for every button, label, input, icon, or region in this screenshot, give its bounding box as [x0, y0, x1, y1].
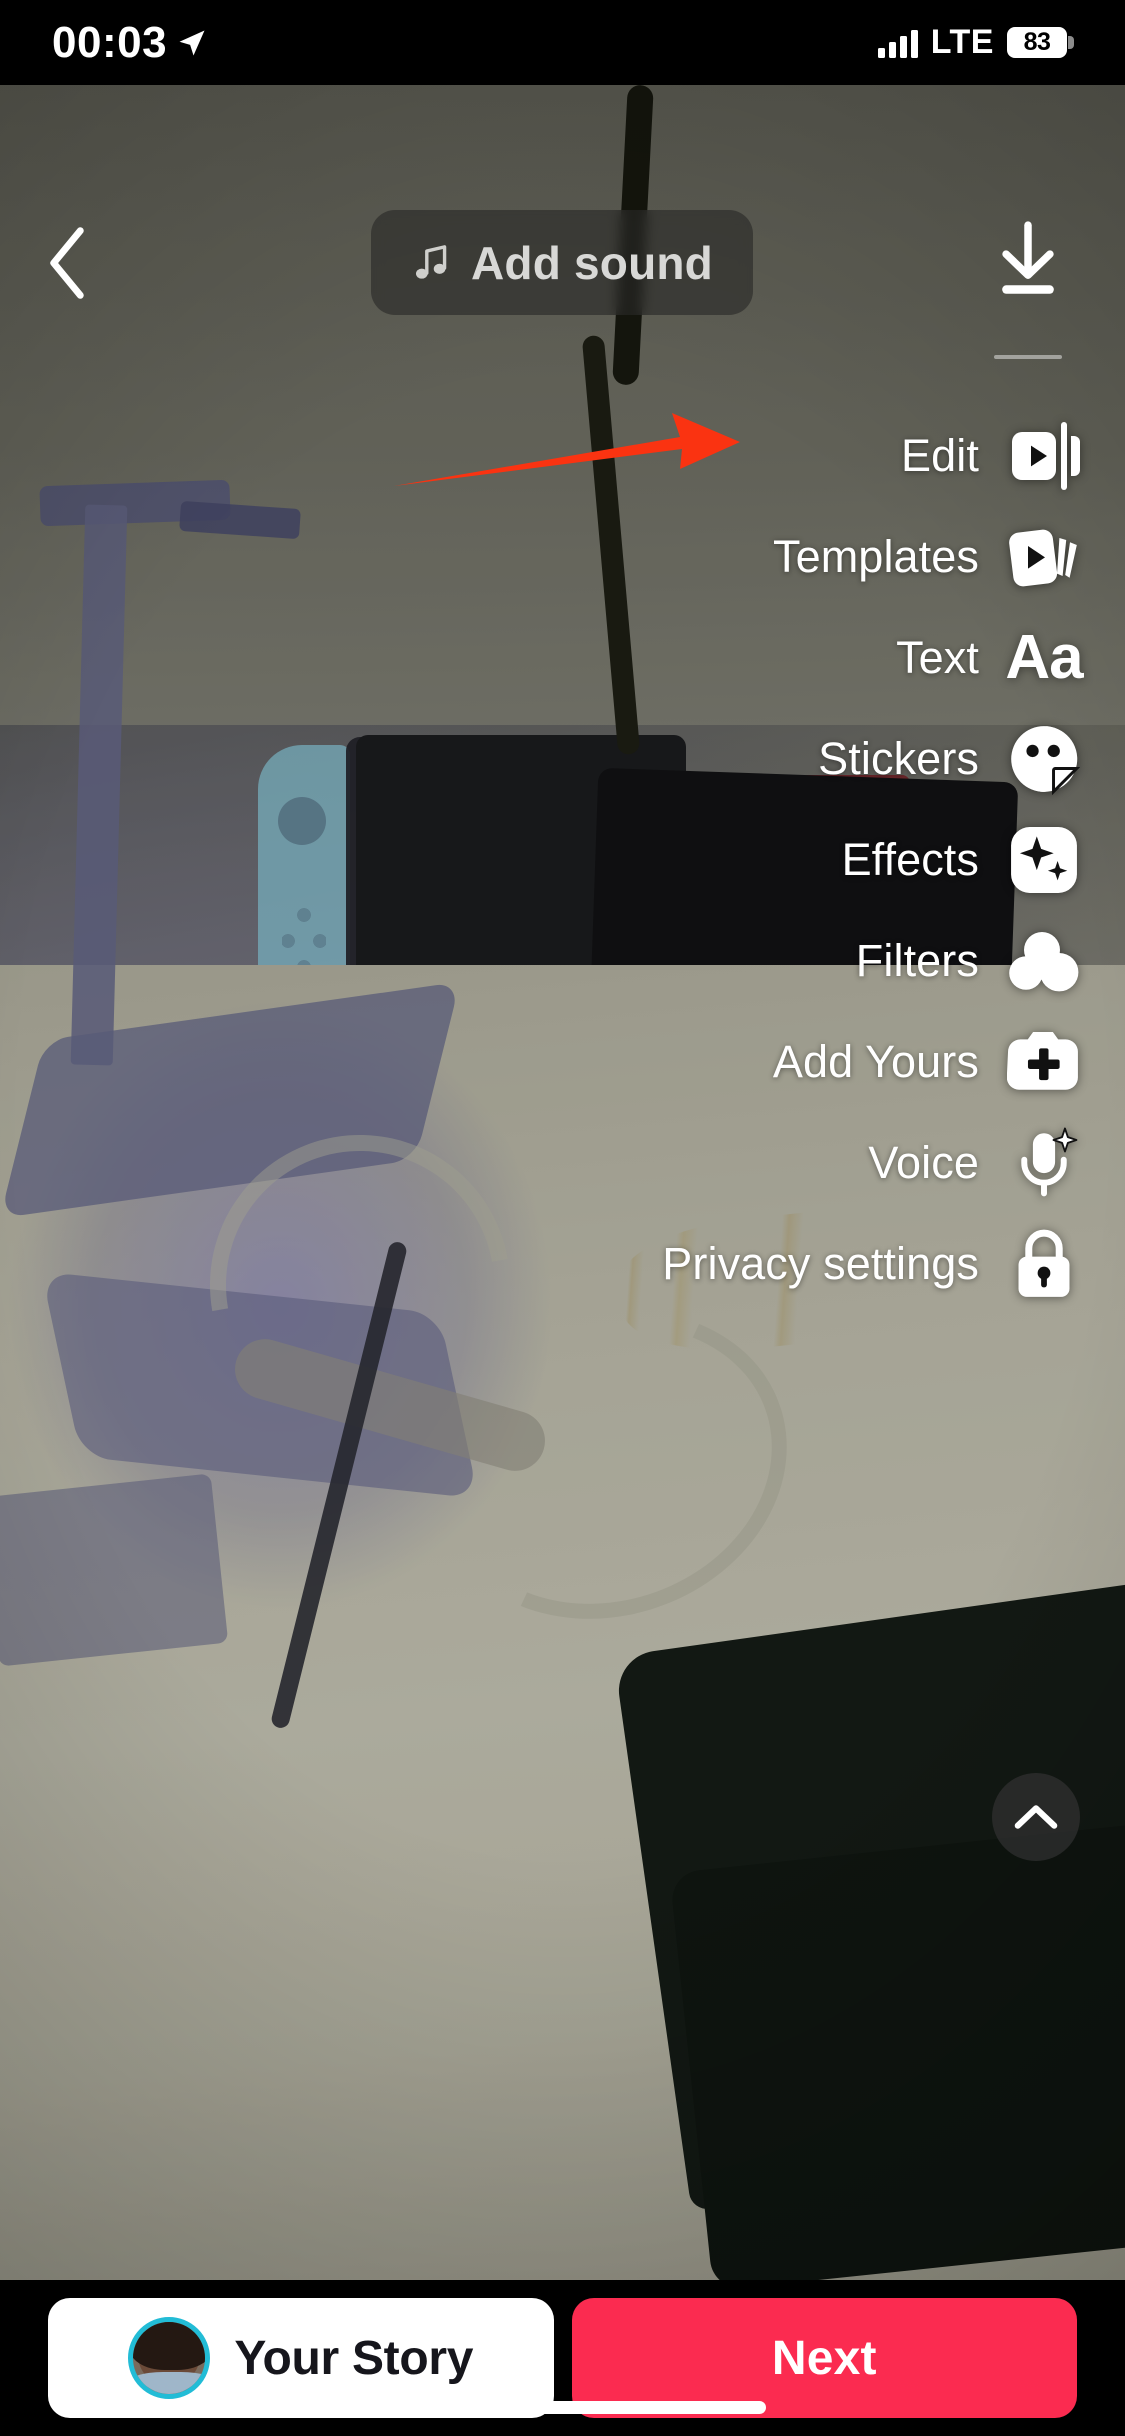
tool-label: Voice: [868, 1136, 979, 1188]
avatar: [128, 2317, 211, 2399]
camera-plus-icon: [1005, 1023, 1083, 1101]
status-clock: 00:03: [52, 17, 168, 67]
tool-label: Templates: [773, 530, 979, 582]
phone-screen: 00:03 LTE 83 Add sound Edit Templates Te…: [0, 0, 1125, 2436]
location-arrow-icon: [179, 30, 205, 55]
next-button[interactable]: Next: [571, 2298, 1077, 2418]
status-right: LTE 83: [877, 23, 1074, 62]
cellular-bars-icon: [877, 28, 918, 58]
add-sound-button[interactable]: Add sound: [371, 210, 753, 315]
tool-label: Filters: [855, 934, 979, 986]
battery-percent-label: 83: [1023, 28, 1051, 56]
tool-stickers[interactable]: Stickers: [485, 708, 1125, 809]
your-story-button[interactable]: Your Story: [48, 2298, 554, 2418]
collapse-tools-button[interactable]: [992, 1773, 1080, 1861]
next-label: Next: [771, 2331, 877, 2385]
tool-templates[interactable]: Templates: [485, 506, 1125, 607]
clip-trim-icon: [1005, 417, 1083, 495]
tool-effects[interactable]: Effects: [485, 809, 1125, 910]
tool-label: Privacy settings: [662, 1237, 979, 1289]
microphone-sparkle-icon: [1005, 1124, 1083, 1202]
tool-edit[interactable]: Edit: [485, 405, 1125, 506]
tool-voice[interactable]: Voice: [485, 1112, 1125, 1213]
status-bar: 00:03 LTE 83: [0, 0, 1125, 85]
sticker-smiley-icon: [1005, 720, 1083, 798]
battery-icon: 83: [1007, 27, 1074, 58]
tool-privacy-settings[interactable]: Privacy settings: [485, 1213, 1125, 1314]
download-button[interactable]: [973, 205, 1083, 315]
status-left: 00:03: [52, 17, 207, 67]
tool-label: Text: [896, 631, 979, 683]
template-cards-icon: [1005, 518, 1083, 596]
tool-text[interactable]: Text Aa: [485, 607, 1125, 708]
tool-filters[interactable]: Filters: [485, 910, 1125, 1011]
home-indicator[interactable]: [359, 2401, 766, 2414]
tool-label: Effects: [841, 833, 979, 885]
creation-tools-rail: Edit Templates Text Aa Stickers Effects …: [485, 405, 1125, 1314]
filters-circles-icon: [1005, 922, 1083, 1000]
your-story-label: Your Story: [234, 2331, 474, 2385]
sparkles-effects-icon: [1005, 821, 1083, 899]
tool-label: Stickers: [818, 732, 979, 784]
chevron-left-icon: [50, 227, 84, 299]
rail-divider: [994, 355, 1062, 359]
text-aa-icon: Aa: [1005, 619, 1083, 697]
back-button[interactable]: [22, 218, 112, 308]
download-icon: [1002, 221, 1054, 294]
chevron-up-icon: [1014, 1805, 1058, 1829]
lock-icon: [1005, 1225, 1083, 1303]
add-sound-label: Add sound: [471, 236, 713, 289]
tool-label: Add Yours: [772, 1035, 979, 1087]
network-type-label: LTE: [930, 23, 994, 61]
music-note-icon: [415, 244, 447, 279]
tool-add-yours[interactable]: Add Yours: [485, 1011, 1125, 1112]
tool-label: Edit: [901, 429, 979, 481]
text-aa-glyph: Aa: [1005, 622, 1083, 692]
